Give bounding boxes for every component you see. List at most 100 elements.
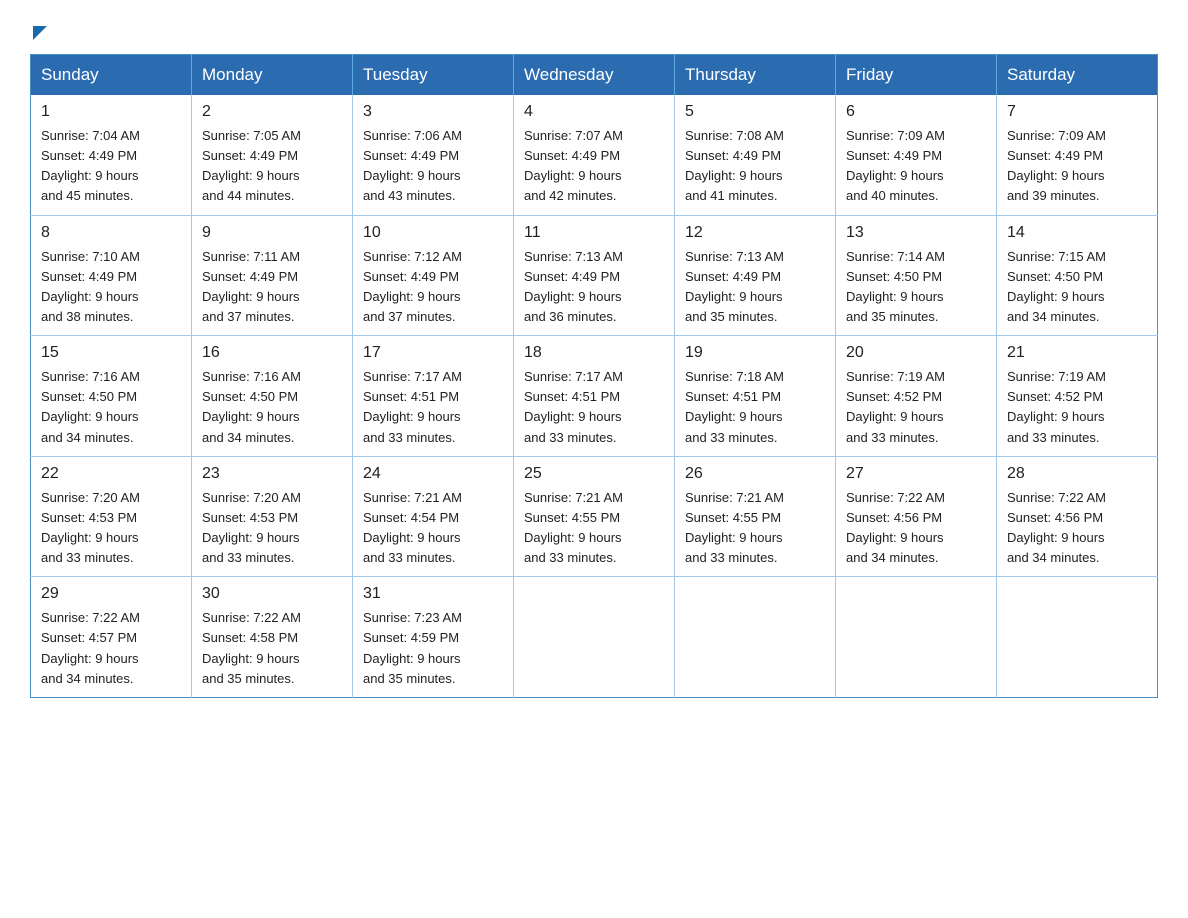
day-number: 14 [1007, 224, 1147, 242]
day-number: 11 [524, 224, 664, 242]
day-info: Sunrise: 7:22 AMSunset: 4:58 PMDaylight:… [202, 610, 301, 685]
day-info: Sunrise: 7:16 AMSunset: 4:50 PMDaylight:… [41, 369, 140, 444]
day-info: Sunrise: 7:11 AMSunset: 4:49 PMDaylight:… [202, 249, 300, 324]
day-number: 25 [524, 465, 664, 483]
calendar-cell: 27 Sunrise: 7:22 AMSunset: 4:56 PMDaylig… [836, 456, 997, 577]
day-info: Sunrise: 7:16 AMSunset: 4:50 PMDaylight:… [202, 369, 301, 444]
day-number: 17 [363, 344, 503, 362]
calendar-cell [675, 577, 836, 698]
day-number: 9 [202, 224, 342, 242]
calendar-cell: 19 Sunrise: 7:18 AMSunset: 4:51 PMDaylig… [675, 336, 836, 457]
day-number: 16 [202, 344, 342, 362]
calendar-cell: 22 Sunrise: 7:20 AMSunset: 4:53 PMDaylig… [31, 456, 192, 577]
calendar-cell: 11 Sunrise: 7:13 AMSunset: 4:49 PMDaylig… [514, 215, 675, 336]
day-info: Sunrise: 7:17 AMSunset: 4:51 PMDaylight:… [363, 369, 462, 444]
calendar-cell [836, 577, 997, 698]
day-number: 24 [363, 465, 503, 483]
day-number: 26 [685, 465, 825, 483]
day-info: Sunrise: 7:05 AMSunset: 4:49 PMDaylight:… [202, 128, 301, 203]
day-info: Sunrise: 7:04 AMSunset: 4:49 PMDaylight:… [41, 128, 140, 203]
day-info: Sunrise: 7:13 AMSunset: 4:49 PMDaylight:… [685, 249, 784, 324]
calendar-week-3: 15 Sunrise: 7:16 AMSunset: 4:50 PMDaylig… [31, 336, 1158, 457]
calendar-cell: 30 Sunrise: 7:22 AMSunset: 4:58 PMDaylig… [192, 577, 353, 698]
day-info: Sunrise: 7:22 AMSunset: 4:57 PMDaylight:… [41, 610, 140, 685]
day-number: 27 [846, 465, 986, 483]
day-info: Sunrise: 7:18 AMSunset: 4:51 PMDaylight:… [685, 369, 784, 444]
day-info: Sunrise: 7:20 AMSunset: 4:53 PMDaylight:… [41, 490, 140, 565]
calendar-cell: 5 Sunrise: 7:08 AMSunset: 4:49 PMDayligh… [675, 95, 836, 215]
day-info: Sunrise: 7:09 AMSunset: 4:49 PMDaylight:… [1007, 128, 1106, 203]
calendar-cell: 18 Sunrise: 7:17 AMSunset: 4:51 PMDaylig… [514, 336, 675, 457]
day-info: Sunrise: 7:08 AMSunset: 4:49 PMDaylight:… [685, 128, 784, 203]
calendar-cell: 20 Sunrise: 7:19 AMSunset: 4:52 PMDaylig… [836, 336, 997, 457]
calendar-week-1: 1 Sunrise: 7:04 AMSunset: 4:49 PMDayligh… [31, 95, 1158, 215]
calendar-cell: 4 Sunrise: 7:07 AMSunset: 4:49 PMDayligh… [514, 95, 675, 215]
day-number: 10 [363, 224, 503, 242]
calendar-week-5: 29 Sunrise: 7:22 AMSunset: 4:57 PMDaylig… [31, 577, 1158, 698]
day-info: Sunrise: 7:07 AMSunset: 4:49 PMDaylight:… [524, 128, 623, 203]
calendar-cell: 13 Sunrise: 7:14 AMSunset: 4:50 PMDaylig… [836, 215, 997, 336]
calendar-week-2: 8 Sunrise: 7:10 AMSunset: 4:49 PMDayligh… [31, 215, 1158, 336]
day-number: 8 [41, 224, 181, 242]
day-number: 6 [846, 103, 986, 121]
day-number: 22 [41, 465, 181, 483]
day-info: Sunrise: 7:15 AMSunset: 4:50 PMDaylight:… [1007, 249, 1106, 324]
calendar-week-4: 22 Sunrise: 7:20 AMSunset: 4:53 PMDaylig… [31, 456, 1158, 577]
day-info: Sunrise: 7:10 AMSunset: 4:49 PMDaylight:… [41, 249, 140, 324]
calendar-cell: 24 Sunrise: 7:21 AMSunset: 4:54 PMDaylig… [353, 456, 514, 577]
calendar-cell: 21 Sunrise: 7:19 AMSunset: 4:52 PMDaylig… [997, 336, 1158, 457]
day-number: 20 [846, 344, 986, 362]
calendar-cell: 31 Sunrise: 7:23 AMSunset: 4:59 PMDaylig… [353, 577, 514, 698]
calendar-cell: 25 Sunrise: 7:21 AMSunset: 4:55 PMDaylig… [514, 456, 675, 577]
day-number: 30 [202, 585, 342, 603]
logo [30, 24, 47, 36]
calendar-cell: 6 Sunrise: 7:09 AMSunset: 4:49 PMDayligh… [836, 95, 997, 215]
day-number: 29 [41, 585, 181, 603]
weekday-header-row: SundayMondayTuesdayWednesdayThursdayFrid… [31, 55, 1158, 96]
calendar-cell: 3 Sunrise: 7:06 AMSunset: 4:49 PMDayligh… [353, 95, 514, 215]
weekday-header-thursday: Thursday [675, 55, 836, 96]
calendar-cell: 2 Sunrise: 7:05 AMSunset: 4:49 PMDayligh… [192, 95, 353, 215]
day-number: 21 [1007, 344, 1147, 362]
day-number: 15 [41, 344, 181, 362]
day-number: 5 [685, 103, 825, 121]
day-info: Sunrise: 7:06 AMSunset: 4:49 PMDaylight:… [363, 128, 462, 203]
day-number: 7 [1007, 103, 1147, 121]
calendar-table: SundayMondayTuesdayWednesdayThursdayFrid… [30, 54, 1158, 698]
calendar-cell: 10 Sunrise: 7:12 AMSunset: 4:49 PMDaylig… [353, 215, 514, 336]
day-number: 23 [202, 465, 342, 483]
day-number: 1 [41, 103, 181, 121]
calendar-cell: 26 Sunrise: 7:21 AMSunset: 4:55 PMDaylig… [675, 456, 836, 577]
day-info: Sunrise: 7:17 AMSunset: 4:51 PMDaylight:… [524, 369, 623, 444]
day-number: 4 [524, 103, 664, 121]
day-info: Sunrise: 7:21 AMSunset: 4:55 PMDaylight:… [524, 490, 623, 565]
day-number: 19 [685, 344, 825, 362]
day-number: 3 [363, 103, 503, 121]
calendar-cell: 17 Sunrise: 7:17 AMSunset: 4:51 PMDaylig… [353, 336, 514, 457]
day-info: Sunrise: 7:22 AMSunset: 4:56 PMDaylight:… [846, 490, 945, 565]
weekday-header-tuesday: Tuesday [353, 55, 514, 96]
day-number: 2 [202, 103, 342, 121]
day-info: Sunrise: 7:19 AMSunset: 4:52 PMDaylight:… [846, 369, 945, 444]
day-info: Sunrise: 7:21 AMSunset: 4:54 PMDaylight:… [363, 490, 462, 565]
weekday-header-wednesday: Wednesday [514, 55, 675, 96]
day-info: Sunrise: 7:14 AMSunset: 4:50 PMDaylight:… [846, 249, 945, 324]
calendar-cell [514, 577, 675, 698]
calendar-cell: 16 Sunrise: 7:16 AMSunset: 4:50 PMDaylig… [192, 336, 353, 457]
day-info: Sunrise: 7:19 AMSunset: 4:52 PMDaylight:… [1007, 369, 1106, 444]
day-number: 12 [685, 224, 825, 242]
day-number: 13 [846, 224, 986, 242]
day-info: Sunrise: 7:13 AMSunset: 4:49 PMDaylight:… [524, 249, 623, 324]
day-number: 31 [363, 585, 503, 603]
day-info: Sunrise: 7:23 AMSunset: 4:59 PMDaylight:… [363, 610, 462, 685]
page-header [30, 24, 1158, 36]
calendar-cell: 14 Sunrise: 7:15 AMSunset: 4:50 PMDaylig… [997, 215, 1158, 336]
weekday-header-saturday: Saturday [997, 55, 1158, 96]
calendar-cell: 12 Sunrise: 7:13 AMSunset: 4:49 PMDaylig… [675, 215, 836, 336]
calendar-cell: 9 Sunrise: 7:11 AMSunset: 4:49 PMDayligh… [192, 215, 353, 336]
day-info: Sunrise: 7:20 AMSunset: 4:53 PMDaylight:… [202, 490, 301, 565]
day-info: Sunrise: 7:22 AMSunset: 4:56 PMDaylight:… [1007, 490, 1106, 565]
calendar-cell: 8 Sunrise: 7:10 AMSunset: 4:49 PMDayligh… [31, 215, 192, 336]
weekday-header-friday: Friday [836, 55, 997, 96]
calendar-cell: 15 Sunrise: 7:16 AMSunset: 4:50 PMDaylig… [31, 336, 192, 457]
